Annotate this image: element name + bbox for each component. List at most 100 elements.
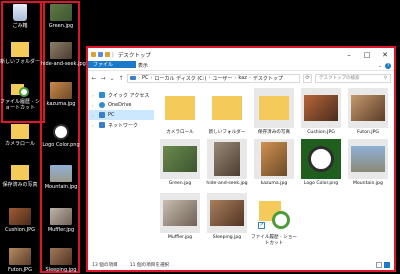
file-list: カメラロール 新しいフォルダー 保存済みの写真 Cushion.JPG Futo… (154, 85, 394, 260)
image-thumbnail (210, 200, 244, 226)
breadcrumb-local-disk[interactable]: ローカル ディスク (C:) (155, 75, 207, 82)
file-tile (160, 139, 200, 179)
nav-item-network[interactable]: › ネットワーク (88, 120, 154, 130)
refresh-icon[interactable]: ⟳ (303, 73, 312, 83)
image-thumbnail (50, 248, 72, 265)
desktop-icon-mountain[interactable]: Mountain.jpg (41, 165, 81, 190)
back-arrow-icon[interactable]: ← (91, 75, 97, 82)
tab-file[interactable]: ファイル (88, 61, 136, 68)
breadcrumb-pc[interactable]: PC (142, 75, 149, 81)
file-name: hide-and-seek.jpg (206, 181, 248, 186)
properties-icon[interactable] (98, 52, 103, 57)
folder-icon (165, 96, 195, 120)
desktop-icon-label: Futon.JPG (8, 267, 32, 273)
file-item-kazuma[interactable]: kazuma.jpg (250, 139, 298, 187)
image-thumbnail (351, 146, 385, 172)
ribbon-right-controls: ⌄ ? (378, 61, 394, 70)
network-icon (99, 122, 105, 128)
address-bar[interactable]: › PC › ローカル ディスク (C:) › ユーザー › kaz › デスク… (127, 73, 300, 83)
expand-arrow-icon[interactable]: › (92, 123, 96, 128)
window-controls: – □ ✕ (340, 48, 394, 61)
desktop-icon-green[interactable]: Green.jpg (41, 4, 81, 29)
file-name: Cushion.JPG (307, 130, 335, 135)
desktop-icon-camera-roll[interactable]: カメラロール (0, 124, 40, 147)
desktop-icon-cushion[interactable]: Cushion.JPG (0, 208, 40, 233)
desktop-icon-muffler[interactable]: Muffler.jpg (41, 208, 81, 233)
window-title: デスクトップ (117, 52, 151, 59)
file-name: Sleeping.jpg (212, 235, 242, 240)
nav-item-onedrive[interactable]: › OneDrive (88, 100, 154, 110)
file-item-futon[interactable]: Futon.JPG (344, 88, 392, 136)
folder-icon (212, 96, 242, 120)
desktop-icon-label: Sleeping.jpg (45, 267, 77, 273)
forward-arrow-icon[interactable]: → (100, 75, 106, 82)
help-icon[interactable]: ? (385, 62, 391, 69)
file-item-new-folder[interactable]: 新しいフォルダー (203, 88, 251, 136)
details-view-icon[interactable] (376, 262, 382, 268)
new-folder-icon[interactable] (105, 52, 110, 57)
expand-arrow-icon[interactable]: › (92, 93, 96, 98)
file-tile: ↗ (254, 193, 294, 233)
minimize-button[interactable]: – (340, 48, 358, 61)
desktop-icon-saved-pictures[interactable]: 保存済みの写真 (0, 165, 40, 188)
search-icon: ⚲ (383, 75, 387, 81)
file-item-muffler[interactable]: Muffler.jpg (156, 193, 204, 241)
breadcrumb-desktop[interactable]: デスクトップ (253, 75, 283, 82)
nav-item-quick-access[interactable]: › クイック アクセス (88, 90, 154, 100)
nav-item-label: OneDrive (108, 102, 132, 108)
item-count: 13 個の項目 (92, 263, 118, 268)
up-arrow-icon[interactable]: ↑ (118, 75, 124, 82)
search-box[interactable]: デスクトップの検索 ⚲ (315, 73, 391, 83)
desktop-icon-new-folder[interactable]: 新しいフォルダー (0, 42, 40, 65)
desktop-icon-label: Logo Color.png (42, 142, 80, 148)
expand-arrow-icon[interactable]: › (92, 103, 96, 108)
recent-locations-icon[interactable]: ⌄ (109, 75, 115, 82)
breadcrumb-users[interactable]: ユーザー (212, 75, 232, 82)
image-thumbnail (261, 142, 287, 176)
folder-icon (11, 42, 29, 57)
file-item-camera-roll[interactable]: カメラロール (156, 88, 204, 136)
nav-item-pc[interactable]: › PC (88, 110, 154, 120)
file-name: kazuma.jpg (260, 181, 288, 186)
expand-arrow-icon[interactable]: › (92, 113, 96, 118)
desktop-icon-recycle-bin[interactable]: ごみ箱 (0, 4, 40, 29)
desktop-icon-logo-color[interactable]: Logo Color.png (41, 124, 81, 148)
desktop-icon-label: Cushion.JPG (4, 227, 35, 233)
desktop-icon-label: ファイル履歴 - ショートカット (0, 99, 40, 111)
file-item-cushion[interactable]: Cushion.JPG (297, 88, 345, 136)
image-thumbnail (304, 95, 338, 121)
desktop-icon-kazuma[interactable]: kazuma.jpg (41, 82, 81, 107)
large-icons-view-icon[interactable] (384, 262, 390, 268)
file-tile (301, 88, 341, 128)
folder-icon (91, 52, 96, 57)
desktop-icon-sleeping[interactable]: Sleeping.jpg (41, 248, 81, 273)
file-item-sleeping[interactable]: Sleeping.jpg (203, 193, 251, 241)
image-thumbnail (50, 4, 72, 21)
file-item-hide-and-seek[interactable]: hide-and-seek.jpg (203, 139, 251, 187)
recycle-bin-icon (13, 4, 27, 21)
close-button[interactable]: ✕ (376, 48, 394, 61)
nav-item-label: PC (108, 112, 115, 118)
file-tile (207, 88, 247, 128)
file-name: Futon.JPG (357, 130, 379, 135)
file-tile (254, 139, 294, 179)
desktop-icon-file-history-shortcut[interactable]: ファイル履歴 - ショートカット (0, 82, 40, 111)
file-item-green[interactable]: Green.jpg (156, 139, 204, 187)
image-thumbnail (351, 95, 385, 121)
file-item-mountain[interactable]: Mountain.jpg (344, 139, 392, 187)
folder-icon (259, 96, 289, 120)
desktop-icon-label: Green.jpg (48, 23, 74, 29)
file-item-logo-color[interactable]: Logo Color.png (297, 139, 345, 187)
image-thumbnail (9, 248, 31, 265)
file-item-file-history-shortcut[interactable]: ↗ ファイル履歴 - ショートカット (250, 193, 298, 246)
logo-thumbnail (308, 146, 334, 172)
breadcrumb-kaz[interactable]: kaz (238, 75, 247, 81)
view-toggle (376, 262, 394, 268)
maximize-button[interactable]: □ (358, 48, 376, 61)
file-item-saved-pictures[interactable]: 保存済みの写真 (250, 88, 298, 136)
desktop-icon-futon[interactable]: Futon.JPG (0, 248, 40, 273)
file-tile (207, 139, 247, 179)
desktop-icon-hide-and-seek[interactable]: hide-and-seek.jpg (41, 42, 86, 67)
logo-thumbnail (53, 124, 69, 140)
expand-ribbon-icon[interactable]: ⌄ (378, 63, 382, 69)
